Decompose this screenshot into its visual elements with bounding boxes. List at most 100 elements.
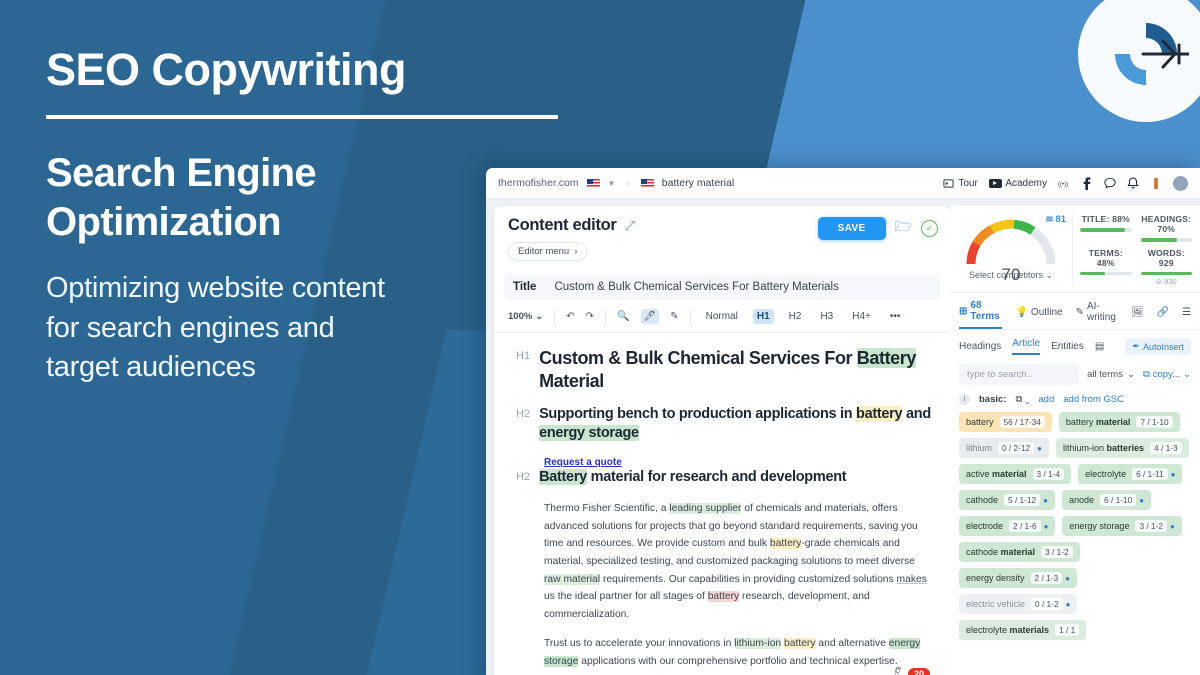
folder-icon[interactable]: 🗁: [895, 216, 912, 240]
score-value: 70: [1001, 265, 1021, 284]
info-badge-icon: i: [959, 394, 970, 405]
facebook-icon[interactable]: [1081, 176, 1093, 190]
tab-terms[interactable]: ⊞ 68 Terms: [959, 300, 1003, 329]
term-count: 2 / 1-6: [1009, 520, 1041, 532]
heading-h4[interactable]: H4+: [848, 309, 875, 324]
search-icon[interactable]: 🔍: [617, 311, 629, 322]
heading-text: Supporting bench to production applicati…: [539, 406, 931, 442]
term-tag[interactable]: cathode 5 / 1-12 ●: [959, 490, 1056, 510]
copy-icon: ⧉: [1142, 369, 1150, 380]
metric-bar: [1080, 271, 1132, 275]
metric-sub: ⊜ 930: [1155, 277, 1177, 286]
basic-copy-icon[interactable]: ⧉ ⌄: [1015, 394, 1029, 405]
term-tag[interactable]: cathode material 3 / 1-2: [959, 542, 1080, 562]
term-tag[interactable]: electrolyte 6 / 1-11 ●: [1078, 464, 1183, 484]
heading-tag: H1: [516, 350, 531, 362]
term-tag[interactable]: lithium 0 / 2-12 ●: [959, 438, 1049, 458]
editor-menu-button[interactable]: Editor menu ›: [508, 242, 588, 261]
avatar[interactable]: [1173, 175, 1188, 191]
save-button[interactable]: SAVE: [817, 216, 886, 240]
term-count: 3 / 1-2: [1041, 546, 1073, 558]
metric-bar: [1140, 238, 1192, 242]
term-tag[interactable]: electric vehicle 0 / 1-2 ●: [959, 594, 1078, 614]
term-label: active material: [966, 469, 1027, 479]
terms-filter-dropdown[interactable]: all terms ⌄: [1087, 369, 1135, 380]
table-icon[interactable]: ▤: [1095, 341, 1104, 352]
heading-h1[interactable]: H1: [752, 309, 774, 324]
zoom-selector[interactable]: 100% ⌄: [508, 311, 543, 322]
academy-button[interactable]: Academy: [988, 177, 1047, 189]
link-icon[interactable]: 🔗: [1157, 307, 1169, 323]
search-input[interactable]: type to search..: [959, 364, 1080, 385]
tab-outline[interactable]: 💡 Outline: [1015, 307, 1062, 323]
metric-item: TERMS: 48%: [1080, 248, 1132, 287]
term-tag[interactable]: lithium-ion batteries 4 / 1-3: [1056, 438, 1189, 458]
title-field-row[interactable]: Title Custom & Bulk Chemical Services Fo…: [504, 274, 940, 300]
term-label: electrolyte: [1085, 469, 1127, 479]
term-label: lithium-ion batteries: [1063, 443, 1145, 453]
heading-block: H2 Battery material for research and deve…: [516, 468, 932, 487]
tab-ai-writing[interactable]: ✎ AI-writing: [1076, 301, 1118, 328]
copy-button[interactable]: ⧉ copy... ⌄: [1143, 369, 1191, 380]
more-options-icon[interactable]: •••: [886, 309, 905, 324]
term-label: energy storage: [1069, 521, 1130, 531]
metric-label: TITLE: 88%: [1081, 214, 1130, 224]
term-count: 7 / 1-10: [1136, 416, 1173, 428]
term-tag[interactable]: active material 3 / 1-4: [959, 464, 1072, 484]
app-body: Content editor ⤢ Editor menu › Title Cus…: [486, 199, 1200, 675]
term-tag[interactable]: battery material 7 / 1-10: [1058, 412, 1180, 432]
term-tag[interactable]: energy storage 3 / 1-2 ●: [1062, 516, 1182, 536]
tab-outline-label: Outline: [1030, 306, 1063, 318]
us-flag-icon: [586, 178, 600, 188]
heading-normal[interactable]: Normal: [702, 309, 742, 324]
request-a-quote-link[interactable]: Request a quote: [544, 457, 622, 468]
tab-headings[interactable]: Headings: [959, 341, 1001, 352]
image-icon[interactable]: 🖼: [1131, 307, 1144, 323]
term-tag[interactable]: energy density 2 / 1-3 ●: [959, 568, 1077, 588]
chevron-down-icon[interactable]: ▼: [608, 179, 616, 188]
toolbar-divider-3: [689, 310, 691, 323]
comment-badge[interactable]: 🖊 20: [888, 665, 930, 675]
title-rule: [46, 115, 558, 120]
term-tag[interactable]: anode 6 / 1-10 ●: [1062, 490, 1152, 510]
undo-icon[interactable]: ↶: [566, 311, 574, 322]
broadcast-icon[interactable]: ((•)): [1058, 177, 1070, 189]
heading-h3[interactable]: H3: [816, 309, 837, 324]
paragraph: Trust us to accelerate your innovations …: [544, 637, 921, 667]
chevron-down-icon-zoom: ⌄: [535, 311, 544, 322]
info-icon[interactable]: [1150, 177, 1162, 189]
tab-article[interactable]: Article: [1012, 338, 1041, 355]
add-button[interactable]: add: [1038, 394, 1054, 405]
term-tag[interactable]: electrolyte materials 1 / 1: [959, 620, 1087, 640]
term-label: energy density: [966, 573, 1025, 583]
add-from-gsc-button[interactable]: add from GSC: [1063, 394, 1124, 405]
term-count: 3 / 1-2: [1135, 520, 1167, 532]
metric-item: WORDS: 929 ⊜ 930: [1140, 248, 1192, 286]
bell-icon[interactable]: [1127, 176, 1139, 189]
term-label: battery material: [1065, 417, 1131, 427]
academy-label: Academy: [1005, 177, 1047, 189]
document-content[interactable]: H1 Custom & Bulk Chemical Services For Ba…: [494, 333, 950, 675]
score-section: ≋ 81 70 Select competitors ⌄ TITLE: 88% …: [950, 206, 1200, 293]
highlighter-icon[interactable]: 🖊: [640, 309, 660, 324]
chevron-right-icon: ›: [574, 246, 578, 257]
tab-entities[interactable]: Entities: [1051, 341, 1084, 352]
tab-terms-label: 68 Terms: [970, 300, 1000, 322]
redo-icon[interactable]: ↷: [586, 311, 594, 322]
terms-sidebar: ≋ 81 70 Select competitors ⌄ TITLE: 88% …: [950, 206, 1200, 675]
expand-icon[interactable]: ⤢: [625, 218, 635, 234]
autoinsert-button[interactable]: ✒ AutoInsert: [1125, 338, 1191, 355]
gauge-arc: [962, 214, 1060, 266]
check-circle-icon[interactable]: ✓: [921, 219, 938, 237]
pen-icon[interactable]: ✎: [670, 311, 678, 322]
term-tag[interactable]: battery 56 / 17-34: [959, 412, 1052, 432]
chat-icon[interactable]: [1104, 177, 1116, 189]
term-marker-icon: ●: [1139, 495, 1145, 505]
tour-label: Tour: [958, 177, 978, 189]
heading-h2[interactable]: H2: [785, 309, 806, 324]
breadcrumb-separator: ›: [626, 177, 630, 189]
comment-pen-icon: 🖊: [888, 665, 906, 675]
term-tag[interactable]: electrode 2 / 1-6 ●: [959, 516, 1056, 536]
tour-button[interactable]: Tour: [943, 177, 978, 189]
list-icon[interactable]: ☰: [1182, 307, 1191, 323]
